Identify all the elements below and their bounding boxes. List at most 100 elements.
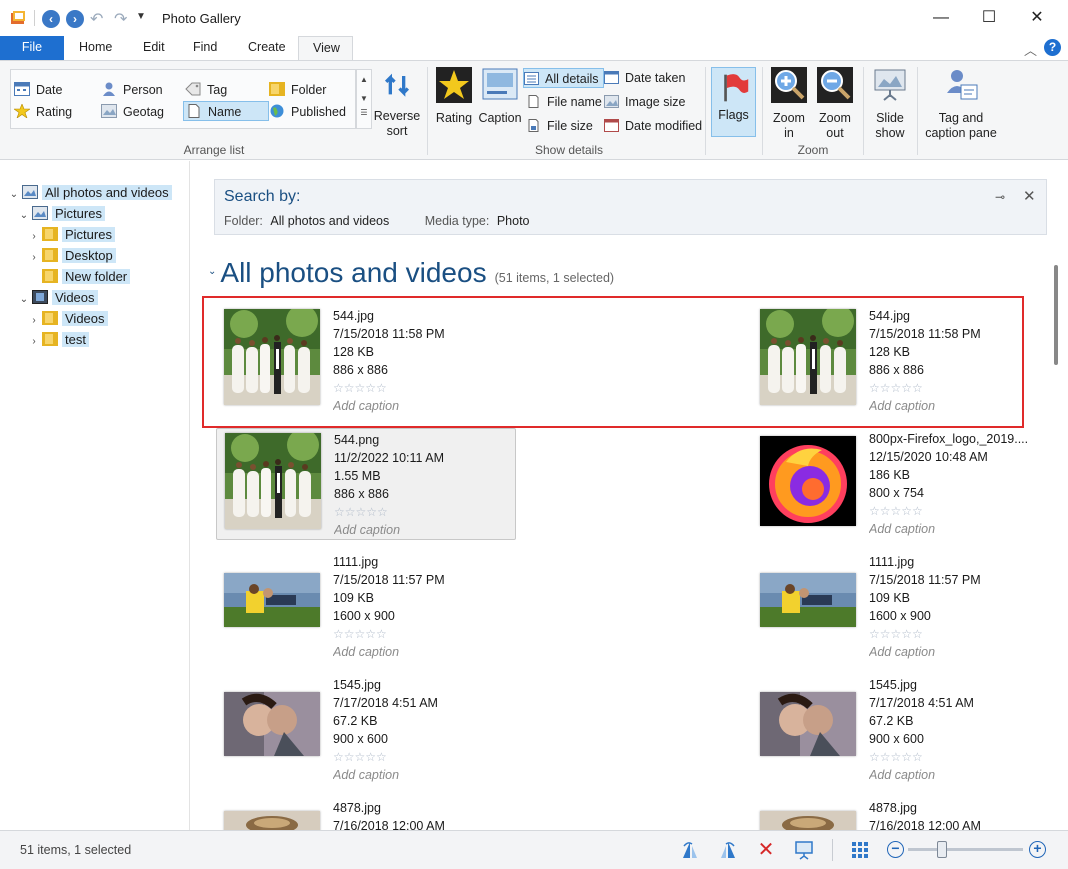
- arrange-date-button[interactable]: Date: [14, 80, 62, 100]
- zoom-slider[interactable]: [908, 848, 1023, 851]
- tab-find[interactable]: Find: [179, 36, 231, 60]
- zoom-out-button[interactable]: Zoom out: [813, 67, 857, 141]
- minimize-button[interactable]: —: [918, 0, 964, 36]
- add-caption-field[interactable]: Add caption: [869, 766, 1039, 784]
- slide-show-status-icon[interactable]: [794, 840, 814, 860]
- rating-stars-icon[interactable]: ☆☆☆☆☆: [333, 625, 503, 643]
- slide-show-button[interactable]: Slide show: [866, 67, 914, 141]
- help-icon[interactable]: ?: [1044, 39, 1061, 56]
- collapsed-icon[interactable]: ›: [28, 332, 40, 352]
- arrange-geotag-button[interactable]: Geotag: [101, 102, 164, 122]
- photo-thumbnail[interactable]: [760, 811, 856, 830]
- collapsed-icon[interactable]: ›: [28, 311, 40, 331]
- rotate-left-icon[interactable]: [680, 840, 700, 860]
- photo-thumbnail[interactable]: [224, 811, 320, 830]
- photo-tile[interactable]: 544.png 11/2/2022 10:11 AM 1.55 MB 886 x 88…: [216, 428, 516, 540]
- photo-thumbnail[interactable]: [224, 573, 320, 627]
- arrange-tag-button[interactable]: Tag: [185, 80, 227, 100]
- tree-node-videos-folder[interactable]: › Videos: [28, 309, 108, 329]
- add-caption-field[interactable]: Add caption: [333, 766, 503, 784]
- collapsed-icon[interactable]: ›: [28, 227, 40, 247]
- photo-tile[interactable]: 1545.jpg 7/17/2018 4:51 AM 67.2 KB 900 x 60…: [752, 674, 1045, 786]
- expanded-icon[interactable]: ⌄: [18, 206, 30, 226]
- tree-node-new-folder[interactable]: New folder: [40, 267, 131, 287]
- tree-node-videos[interactable]: ⌄ Videos: [18, 288, 98, 308]
- redo-icon[interactable]: ↷: [114, 9, 127, 29]
- tab-file[interactable]: File: [0, 36, 64, 60]
- arrange-name-button[interactable]: Name: [183, 101, 269, 121]
- media-type-value[interactable]: Photo: [497, 214, 530, 228]
- zoom-out-status-icon[interactable]: −: [887, 841, 904, 858]
- tab-home[interactable]: Home: [65, 36, 126, 60]
- tab-view[interactable]: View: [298, 36, 353, 60]
- gallery-up-icon[interactable]: ▲: [357, 70, 371, 89]
- date-taken-button[interactable]: Date taken: [604, 68, 685, 88]
- gallery-down-icon[interactable]: ▼: [357, 89, 371, 108]
- zoom-in-button[interactable]: Zoom in: [767, 67, 811, 141]
- rating-stars-icon[interactable]: ☆☆☆☆☆: [869, 748, 1039, 766]
- photo-thumbnail[interactable]: [225, 433, 321, 529]
- photo-tile[interactable]: 1545.jpg 7/17/2018 4:51 AM 67.2 KB 900 x 60…: [216, 674, 516, 786]
- rating-stars-icon[interactable]: ☆☆☆☆☆: [869, 625, 1039, 643]
- tree-node-pictures[interactable]: ⌄ Pictures: [18, 204, 105, 224]
- zoom-slider-thumb[interactable]: [937, 841, 947, 858]
- collapse-group-icon[interactable]: ⌄: [208, 266, 216, 277]
- photo-thumbnail[interactable]: [760, 436, 856, 526]
- file-size-button[interactable]: File size: [526, 116, 593, 136]
- all-details-button[interactable]: All details: [523, 68, 604, 88]
- photo-tile[interactable]: 4878.jpg 7/16/2018 12:00 AM: [752, 797, 1045, 830]
- rating-stars-icon[interactable]: ☆☆☆☆☆: [869, 502, 1039, 520]
- back-icon[interactable]: ‹: [42, 10, 60, 28]
- scrollbar-thumb[interactable]: [1054, 265, 1058, 365]
- add-caption-field[interactable]: Add caption: [869, 643, 1039, 661]
- rotate-right-icon[interactable]: [718, 840, 738, 860]
- pin-icon[interactable]: ⊸: [995, 190, 1005, 204]
- close-search-icon[interactable]: ✕: [1023, 187, 1036, 205]
- maximize-button[interactable]: ☐: [966, 0, 1012, 36]
- arrange-folder-button[interactable]: Folder: [269, 80, 326, 100]
- gallery-more-icon[interactable]: ☰: [357, 108, 371, 118]
- caption-button[interactable]: Caption: [478, 67, 522, 126]
- undo-icon[interactable]: ↶: [90, 9, 103, 29]
- tree-node-desktop[interactable]: › Desktop: [28, 246, 116, 266]
- photo-tile[interactable]: 1111.jpg 7/15/2018 11:57 PM 109 KB 1600 x 9…: [216, 551, 516, 663]
- photo-tile[interactable]: 4878.jpg 7/16/2018 12:00 AM: [216, 797, 516, 830]
- quick-access-dropdown-icon[interactable]: ▼: [136, 11, 146, 22]
- delete-icon[interactable]: ✕: [756, 840, 776, 860]
- tag-caption-pane-button[interactable]: Tag and caption pane: [922, 67, 1000, 141]
- photo-thumbnail[interactable]: [224, 692, 320, 756]
- gallery-scroll[interactable]: ▲ ▼ ☰: [356, 69, 372, 129]
- close-button[interactable]: ✕: [1014, 0, 1060, 36]
- tree-node-test[interactable]: › test: [28, 330, 89, 350]
- tree-node-pictures-folder[interactable]: › Pictures: [28, 225, 115, 245]
- date-modified-button[interactable]: Date modified: [604, 116, 702, 136]
- collapse-ribbon-icon[interactable]: ︿: [1024, 40, 1037, 59]
- rating-button[interactable]: Rating: [432, 67, 476, 126]
- add-caption-field[interactable]: Add caption: [334, 521, 504, 539]
- flags-button[interactable]: Flags: [711, 67, 756, 137]
- photo-tile[interactable]: 800px-Firefox_logo,_2019.... 12/15/2020 1…: [752, 428, 1045, 540]
- add-caption-field[interactable]: Add caption: [333, 643, 503, 661]
- reverse-sort-button[interactable]: Reverse sort: [372, 71, 422, 139]
- arrange-rating-button[interactable]: Rating: [14, 102, 72, 122]
- tab-edit[interactable]: Edit: [129, 36, 179, 60]
- rating-stars-icon[interactable]: ☆☆☆☆☆: [333, 748, 503, 766]
- thumbnail-view-icon[interactable]: [850, 840, 870, 860]
- add-caption-field[interactable]: Add caption: [869, 520, 1039, 538]
- expanded-icon[interactable]: ⌄: [18, 290, 30, 310]
- rating-stars-icon[interactable]: ☆☆☆☆☆: [334, 503, 504, 521]
- expanded-icon[interactable]: ⌄: [8, 185, 20, 205]
- vertical-scrollbar[interactable]: [1048, 245, 1066, 830]
- image-size-button[interactable]: Image size: [604, 92, 685, 112]
- arrange-person-button[interactable]: Person: [101, 80, 163, 100]
- collapsed-icon[interactable]: ›: [28, 248, 40, 268]
- tab-create[interactable]: Create: [234, 36, 300, 60]
- zoom-in-status-icon[interactable]: +: [1029, 841, 1046, 858]
- photo-tile[interactable]: 1111.jpg 7/15/2018 11:57 PM 109 KB 1600 x 9…: [752, 551, 1045, 663]
- file-name-button[interactable]: File name: [526, 92, 602, 112]
- photo-thumbnail[interactable]: [760, 692, 856, 756]
- arrange-published-button[interactable]: Published: [269, 102, 346, 122]
- folder-criteria-value[interactable]: All photos and videos: [270, 214, 389, 228]
- photo-thumbnail[interactable]: [760, 573, 856, 627]
- forward-icon[interactable]: ›: [66, 10, 84, 28]
